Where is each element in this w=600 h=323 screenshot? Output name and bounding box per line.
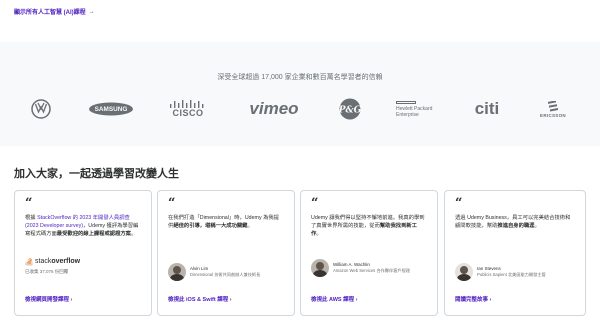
trusted-by-section: 深受全球超過 17,000 家企業和數百萬名學習者的信賴 SAMSUNG CIS… bbox=[0, 42, 600, 146]
testimonial-card-ian-stevens: “ 透過 Udemy Business，員工可以完美結合技術和顧問軟技能，幫助推… bbox=[444, 190, 586, 316]
volkswagen-logo bbox=[30, 94, 52, 124]
quote-text-part: 。 bbox=[130, 231, 137, 237]
author-role: Dimensional 技術共同創辦人兼技術長 bbox=[190, 272, 261, 277]
stackoverflow-logo-text: stack bbox=[35, 258, 52, 265]
trusted-by-heading: 深受全球超過 17,000 家企業和數百萬名學習者的信賴 bbox=[217, 74, 383, 81]
pg-logo: P&G bbox=[338, 94, 362, 124]
view-ios-swift-course-link[interactable]: 檢視此 iOS & Swift 課程 › bbox=[168, 295, 232, 303]
testimonial-quote: 在我們打造「Dimensional」時，Udemy 為我提供絕佳的引導，堪稱一大… bbox=[168, 214, 284, 230]
testimonial-card-william-wachlin: “ Udemy 讓我們得以堅持不懈地前進。我真的學到了真實世界所需的技能，從而幫… bbox=[300, 190, 438, 316]
samsung-logo-text: SAMSUNG bbox=[95, 106, 128, 113]
quote-text-part: 。 bbox=[316, 231, 322, 237]
view-web-dev-courses-link[interactable]: 檢視網頁開發課程 › bbox=[25, 295, 72, 303]
author-role: Amazon Web Services 合作夥伴客戶經理 bbox=[333, 268, 410, 273]
testimonial-author: Alvin Lim Dimensional 技術共同創辦人兼技術長 bbox=[168, 263, 260, 281]
citi-logo: citi bbox=[474, 99, 500, 118]
quote-text-part: 。 bbox=[247, 223, 253, 229]
avatar bbox=[455, 263, 473, 281]
hewlett-packard-enterprise-logo: Hewlett Packard Enterprise bbox=[396, 94, 448, 124]
read-full-story-link[interactable]: 閱讀完整故事 › bbox=[455, 295, 491, 303]
testimonial-author: William A. Wachlin Amazon Web Services 合… bbox=[311, 259, 410, 277]
testimonial-author: Ian Stevens Publicis Sapient 北美區能力開發主管 bbox=[455, 263, 546, 281]
samsung-logo: SAMSUNG bbox=[88, 94, 134, 124]
avatar bbox=[168, 263, 186, 281]
author-role: Publicis Sapient 北美區能力開發主管 bbox=[477, 272, 546, 277]
quote-text-bold: 最受歡迎的線上課程或認證方案 bbox=[56, 231, 131, 237]
testimonial-quote: Udemy 讓我們得以堅持不懈地前進。我真的學到了真實世界所需的技能，從而幫助我… bbox=[311, 214, 427, 238]
cisco-logo: CISCO bbox=[168, 94, 208, 124]
view-aws-course-link[interactable]: 檢視此 AWS 課程 › bbox=[311, 295, 357, 303]
cisco-logo-text: CISCO bbox=[172, 108, 204, 118]
testimonial-card-stackoverflow: “ 根據 StackOverflow 的 2023 年開發人員調查 (2023 … bbox=[14, 190, 152, 316]
quote-text-bold: 絕佳的引導，堪稱一大成功關鍵 bbox=[173, 223, 248, 229]
stackoverflow-logo-text-bold: overflow bbox=[51, 258, 81, 265]
testimonial-quote: 透過 Udemy Business，員工可以完美結合技術和顧問軟技能，幫助推進自… bbox=[455, 214, 575, 230]
quote-text-bold: 推進自身的職涯 bbox=[497, 223, 535, 229]
ericsson-logo: ERICSSON bbox=[536, 94, 570, 124]
avatar bbox=[311, 259, 329, 277]
section-title: 加入大家，一起透過學習改變人生 bbox=[14, 168, 179, 180]
stackoverflow-logo: stackoverflow bbox=[25, 257, 80, 266]
hpe-logo-text: Hewlett Packard Enterprise bbox=[396, 105, 433, 118]
testimonial-card-alvin-lim: “ 在我們打造「Dimensional」時，Udemy 為我提供絕佳的引導，堪稱… bbox=[157, 190, 295, 316]
survey-responses-count: 已收集 37,076 份回覆 bbox=[25, 269, 69, 274]
quote-text-part: 根據 bbox=[25, 215, 38, 221]
quote-icon: “ bbox=[25, 196, 33, 211]
quote-icon: “ bbox=[168, 196, 176, 211]
pg-logo-text: P&G bbox=[339, 106, 361, 116]
vimeo-logo: vimeo bbox=[249, 99, 299, 118]
testimonial-quote: 根據 StackOverflow 的 2023 年開發人員調查 (2023 De… bbox=[25, 214, 141, 238]
quote-text-part: 。 bbox=[534, 223, 540, 229]
ericsson-logo-text: ERICSSON bbox=[540, 112, 566, 118]
company-logos: SAMSUNG CISCO vimeo P&G Hewlett Packard … bbox=[0, 94, 600, 124]
show-all-link-label: 顯示所有人工智慧 (AI)課程 bbox=[14, 10, 86, 16]
quote-icon: “ bbox=[455, 196, 463, 211]
quote-icon: “ bbox=[311, 196, 319, 211]
show-all-ai-courses-link[interactable]: 顯示所有人工智慧 (AI)課程 → bbox=[14, 7, 95, 17]
arrow-right-icon: → bbox=[88, 8, 95, 15]
